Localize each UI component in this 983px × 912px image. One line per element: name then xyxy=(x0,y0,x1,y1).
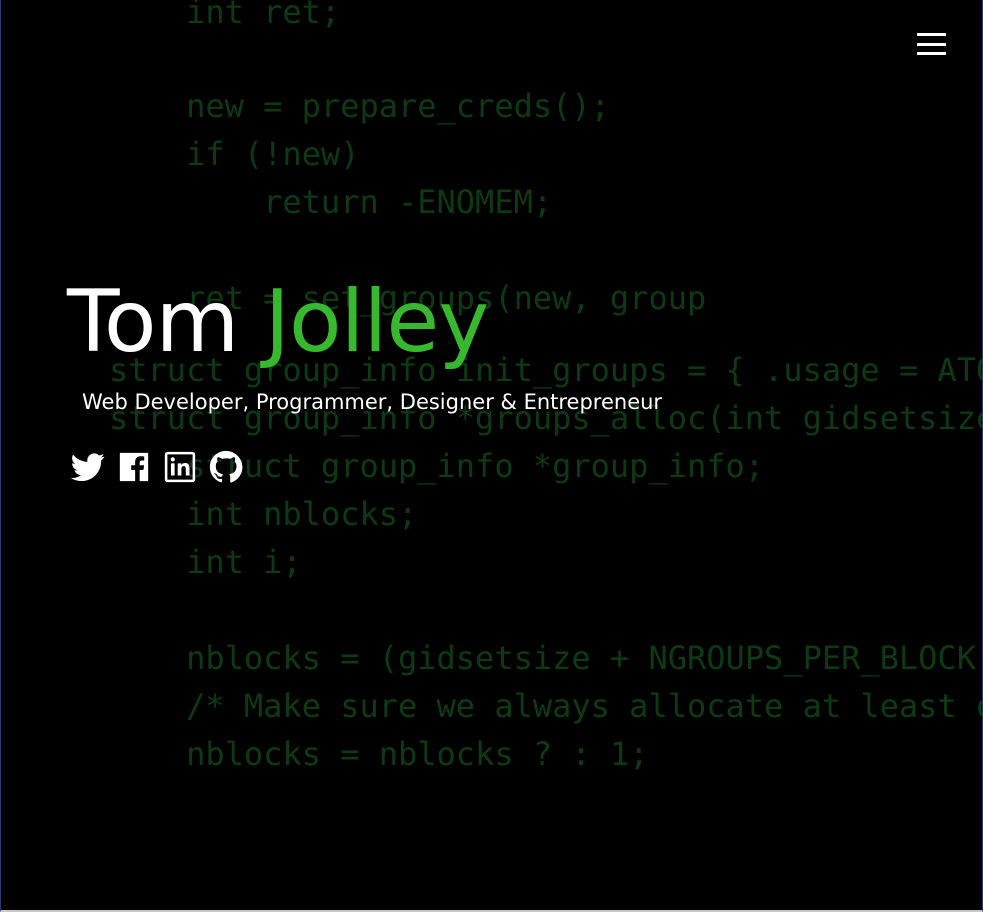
menu-bar xyxy=(917,33,946,36)
menu-bar xyxy=(917,42,946,46)
facebook-icon xyxy=(119,452,149,482)
code-line: new = prepare_creds(); xyxy=(109,87,610,125)
code-line: if (!new) xyxy=(109,135,360,173)
code-line: nblocks = nblocks ? : 1; xyxy=(109,735,649,773)
facebook-link[interactable] xyxy=(117,450,151,484)
page-title: Tom Jolley xyxy=(67,272,662,372)
subtitle: Web Developer, Programmer, Designer & En… xyxy=(82,390,663,414)
social-links xyxy=(71,450,662,484)
hamburger-menu-button[interactable] xyxy=(917,33,946,55)
code-line: /* Make sure we always allocate at least… xyxy=(186,687,982,725)
linkedin-icon xyxy=(164,451,196,483)
github-link[interactable] xyxy=(209,450,243,484)
code-line: return -ENOMEM; xyxy=(109,183,553,221)
code-line: int nblocks; xyxy=(109,495,418,533)
github-icon xyxy=(209,450,243,483)
first-name: Tom xyxy=(67,272,239,372)
twitter-icon xyxy=(71,453,105,482)
menu-bar xyxy=(917,52,946,55)
code-line: nblocks = (gidsetsize + NGROUPS_PER_BLOC… xyxy=(186,639,976,677)
twitter-link[interactable] xyxy=(71,450,105,484)
linkedin-link[interactable] xyxy=(163,450,197,484)
last-name: Jolley xyxy=(264,272,490,372)
hero: Tom Jolley Web Developer, Programmer, De… xyxy=(67,272,662,484)
code-line: int i; xyxy=(109,543,302,581)
code-line: int ret; xyxy=(109,0,341,31)
page: int ret; new = prepare_creds(); if (!new… xyxy=(0,0,983,912)
